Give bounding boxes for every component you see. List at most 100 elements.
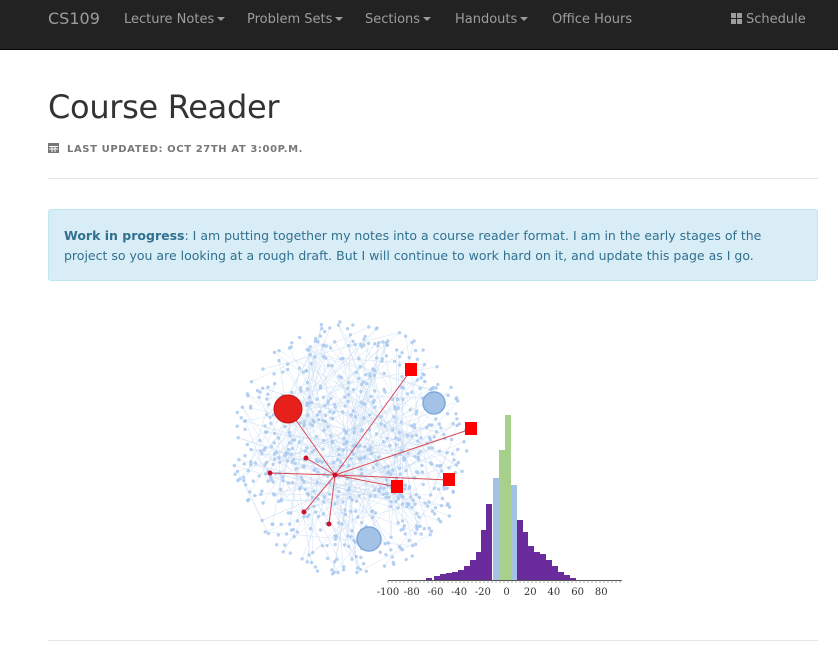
network-node bbox=[340, 522, 344, 526]
network-node bbox=[233, 472, 237, 476]
network-node bbox=[264, 460, 269, 465]
network-node bbox=[246, 469, 250, 473]
network-node bbox=[390, 555, 394, 559]
nav-handouts[interactable]: Handouts bbox=[455, 0, 529, 40]
hub-node bbox=[356, 526, 382, 552]
network-node bbox=[376, 344, 380, 348]
network-node bbox=[315, 413, 320, 417]
nav-problem-sets[interactable]: Problem Sets bbox=[247, 0, 344, 40]
network-node bbox=[330, 568, 334, 572]
network-node bbox=[425, 504, 430, 508]
network-node bbox=[394, 443, 398, 447]
network-node bbox=[272, 350, 277, 355]
network-node bbox=[366, 341, 371, 345]
network-node bbox=[291, 446, 295, 451]
network-node bbox=[403, 334, 408, 338]
network-node bbox=[275, 543, 279, 547]
network-node bbox=[415, 378, 420, 382]
network-node bbox=[333, 502, 337, 506]
network-node bbox=[269, 445, 274, 449]
network-node bbox=[350, 498, 354, 502]
network-node bbox=[393, 405, 397, 409]
network-node bbox=[277, 499, 281, 504]
network-node bbox=[284, 532, 289, 536]
network-node bbox=[450, 452, 455, 456]
network-node bbox=[321, 447, 325, 451]
network-node bbox=[265, 430, 269, 434]
network-node bbox=[417, 515, 421, 519]
network-node bbox=[428, 438, 433, 442]
network-node bbox=[288, 522, 292, 526]
network-node bbox=[412, 426, 417, 430]
network-node bbox=[248, 406, 253, 410]
network-node bbox=[362, 402, 367, 406]
network-node bbox=[367, 325, 371, 329]
network-node bbox=[308, 345, 312, 349]
network-node bbox=[305, 403, 309, 408]
network-node bbox=[268, 475, 273, 479]
network-node bbox=[271, 462, 275, 466]
network-node bbox=[416, 451, 421, 456]
network-node bbox=[415, 524, 419, 528]
network-node bbox=[276, 436, 281, 440]
network-node bbox=[445, 486, 449, 490]
network-node bbox=[303, 449, 307, 453]
brand-link[interactable]: CS109 bbox=[48, 0, 100, 50]
nav-lecture-notes[interactable]: Lecture Notes bbox=[124, 0, 226, 40]
network-node bbox=[305, 380, 310, 385]
network-graph bbox=[232, 320, 477, 576]
network-node bbox=[460, 469, 464, 474]
axis-tick-label: -20 bbox=[475, 587, 491, 598]
network-node bbox=[462, 440, 466, 444]
network-node bbox=[246, 498, 250, 503]
network-node bbox=[283, 543, 287, 547]
network-node bbox=[321, 395, 326, 399]
network-node bbox=[312, 468, 316, 472]
network-node bbox=[343, 395, 347, 399]
network-node bbox=[272, 431, 277, 436]
network-node bbox=[384, 478, 389, 482]
network-node bbox=[401, 495, 405, 499]
network-node bbox=[379, 422, 383, 426]
histogram-bar bbox=[426, 578, 432, 580]
network-node bbox=[389, 535, 393, 539]
axis-tick-label: -60 bbox=[427, 587, 443, 598]
network-node bbox=[406, 433, 410, 438]
network-node bbox=[394, 436, 398, 440]
network-node bbox=[271, 480, 275, 484]
network-node bbox=[349, 509, 353, 513]
network-node bbox=[404, 557, 408, 562]
network-node bbox=[445, 412, 450, 416]
network-node bbox=[325, 543, 329, 548]
network-node bbox=[258, 438, 262, 443]
network-node bbox=[439, 503, 444, 508]
network-node bbox=[373, 389, 377, 393]
network-node bbox=[263, 472, 268, 476]
network-node bbox=[268, 415, 272, 419]
red-small-node bbox=[267, 470, 273, 476]
network-node bbox=[382, 371, 386, 376]
network-node bbox=[341, 448, 345, 452]
network-node bbox=[367, 413, 372, 417]
network-node bbox=[397, 354, 402, 359]
network-node bbox=[237, 458, 241, 462]
network-node bbox=[397, 431, 401, 435]
network-node bbox=[350, 557, 354, 561]
nav-sections[interactable]: Sections bbox=[365, 0, 432, 40]
network-node bbox=[414, 492, 418, 497]
network-node bbox=[409, 495, 413, 499]
network-node bbox=[328, 326, 332, 330]
network-node bbox=[317, 410, 322, 414]
network-node bbox=[421, 482, 425, 487]
network-node bbox=[410, 434, 414, 438]
network-node bbox=[413, 348, 418, 353]
network-node bbox=[297, 366, 302, 370]
network-node bbox=[285, 451, 290, 455]
red-hub-node bbox=[273, 394, 303, 424]
red-square-node bbox=[443, 473, 455, 486]
nav-schedule[interactable]: Schedule bbox=[731, 0, 806, 40]
nav-office-hours[interactable]: Office Hours bbox=[552, 0, 632, 40]
network-node bbox=[351, 339, 355, 343]
network-node bbox=[295, 530, 299, 534]
network-node bbox=[430, 387, 435, 391]
